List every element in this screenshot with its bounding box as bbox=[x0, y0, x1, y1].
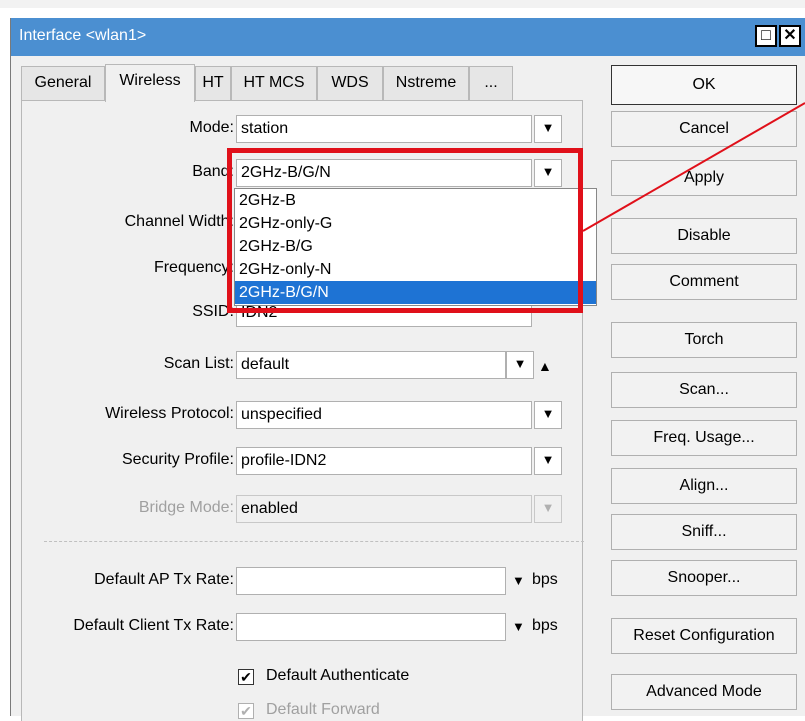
comment-button[interactable]: Comment bbox=[611, 264, 797, 300]
freq-usage-button[interactable]: Freq. Usage... bbox=[611, 420, 797, 456]
wireless-protocol-select[interactable]: unspecified bbox=[236, 401, 532, 429]
tab-nstreme[interactable]: Nstreme bbox=[383, 66, 469, 100]
band-option[interactable]: 2GHz-B bbox=[235, 189, 596, 212]
bridge-mode-select: enabled bbox=[236, 495, 532, 523]
band-dropdown-list: 2GHz-B 2GHz-only-G 2GHz-B/G 2GHz-only-N … bbox=[234, 188, 597, 306]
ok-button[interactable]: OK bbox=[611, 65, 797, 105]
maximize-icon[interactable]: □ bbox=[755, 25, 777, 47]
background-window-strip bbox=[0, 0, 805, 8]
apply-button[interactable]: Apply bbox=[611, 160, 797, 196]
scan-button[interactable]: Scan... bbox=[611, 372, 797, 408]
default-forward-label: Default Forward bbox=[266, 701, 380, 718]
tab-wds[interactable]: WDS bbox=[317, 66, 383, 100]
scan-list-label: Scan List: bbox=[163, 355, 234, 372]
snooper-button[interactable]: Snooper... bbox=[611, 560, 797, 596]
wireless-protocol-label: Wireless Protocol: bbox=[105, 405, 234, 422]
tab-more[interactable]: ... bbox=[469, 66, 513, 100]
default-ap-tx-rate-dropdown-icon[interactable]: ▼ bbox=[512, 573, 525, 588]
band-option[interactable]: 2GHz-B/G bbox=[235, 235, 596, 258]
separator bbox=[44, 541, 584, 542]
disable-button[interactable]: Disable bbox=[611, 218, 797, 254]
security-profile-dropdown-icon[interactable]: ▼ bbox=[534, 447, 562, 475]
band-select[interactable]: 2GHz-B/G/N bbox=[236, 159, 532, 187]
ssid-label: SSID: bbox=[192, 303, 234, 320]
mode-dropdown-icon[interactable]: ▼ bbox=[534, 115, 562, 143]
scan-list-dropdown-icon[interactable]: ▼ bbox=[506, 351, 534, 379]
tab-ht-mcs[interactable]: HT MCS bbox=[231, 66, 317, 100]
bridge-mode-label: Bridge Mode: bbox=[138, 499, 234, 516]
default-ap-tx-rate-input[interactable] bbox=[236, 567, 506, 595]
frequency-label: Frequency: bbox=[153, 259, 234, 276]
cancel-button[interactable]: Cancel bbox=[611, 111, 797, 147]
torch-button[interactable]: Torch bbox=[611, 322, 797, 358]
title-bar[interactable]: Interface <wlan1> □ ✕ bbox=[11, 18, 805, 56]
default-client-tx-rate-input[interactable] bbox=[236, 613, 506, 641]
default-authenticate-label: Default Authenticate bbox=[266, 667, 410, 684]
mode-select[interactable]: station bbox=[236, 115, 532, 143]
tab-ht[interactable]: HT bbox=[195, 66, 231, 100]
default-client-tx-rate-dropdown-icon[interactable]: ▼ bbox=[512, 619, 525, 634]
close-icon[interactable]: ✕ bbox=[779, 25, 801, 47]
default-client-tx-rate-label: Default Client Tx Rate: bbox=[73, 617, 234, 634]
reset-configuration-button[interactable]: Reset Configuration bbox=[611, 618, 797, 654]
interface-dialog: Interface <wlan1> □ ✕ General Wireless H… bbox=[10, 18, 805, 721]
mode-label: Mode: bbox=[189, 119, 234, 136]
band-option-selected[interactable]: 2GHz-B/G/N bbox=[235, 281, 596, 304]
security-profile-label: Security Profile: bbox=[121, 451, 234, 468]
align-button[interactable]: Align... bbox=[611, 468, 797, 504]
default-ap-tx-rate-unit: bps bbox=[532, 571, 558, 588]
default-forward-checkbox[interactable]: ✔ bbox=[238, 703, 254, 719]
wireless-protocol-dropdown-icon[interactable]: ▼ bbox=[534, 401, 562, 429]
band-option[interactable]: 2GHz-only-G bbox=[235, 212, 596, 235]
band-dropdown-icon[interactable]: ▼ bbox=[534, 159, 562, 187]
channel-width-label: Channel Width: bbox=[124, 213, 234, 230]
default-client-tx-rate-unit: bps bbox=[532, 617, 558, 634]
scan-list-collapse-icon[interactable]: ▲ bbox=[538, 358, 552, 374]
tab-wireless[interactable]: Wireless bbox=[105, 64, 195, 102]
default-ap-tx-rate-label: Default AP Tx Rate: bbox=[94, 571, 234, 588]
band-label: Band: bbox=[192, 163, 234, 180]
sniff-button[interactable]: Sniff... bbox=[611, 514, 797, 550]
tab-general[interactable]: General bbox=[21, 66, 105, 100]
scan-list-input[interactable]: default bbox=[236, 351, 506, 379]
default-authenticate-checkbox[interactable]: ✔ bbox=[238, 669, 254, 685]
advanced-mode-button[interactable]: Advanced Mode bbox=[611, 674, 797, 710]
band-option[interactable]: 2GHz-only-N bbox=[235, 258, 596, 281]
bridge-mode-dropdown-icon: ▼ bbox=[534, 495, 562, 523]
window-title: Interface <wlan1> bbox=[19, 27, 147, 44]
security-profile-select[interactable]: profile-IDN2 bbox=[236, 447, 532, 475]
